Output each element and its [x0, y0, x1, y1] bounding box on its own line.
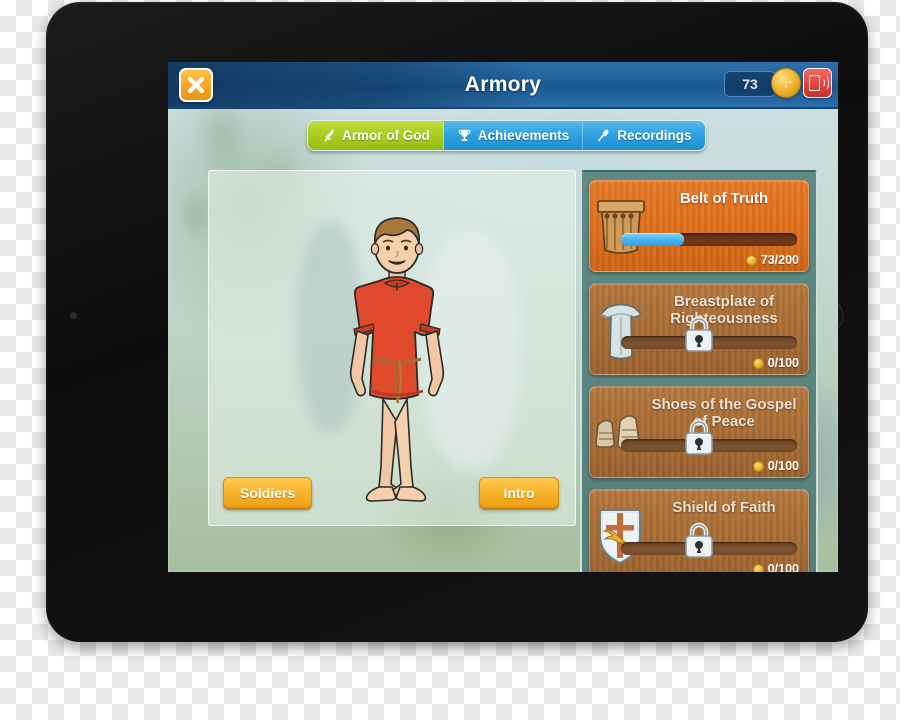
tab-label: Recordings [617, 128, 692, 143]
tab-recordings[interactable]: Recordings [583, 121, 705, 150]
tab-bar: Armor of God Achievements Recordings [307, 120, 706, 151]
tab-achievements[interactable]: Achievements [443, 121, 584, 150]
shield-icon [599, 509, 641, 564]
armor-cost-label: 0/100 [767, 459, 799, 473]
armor-item-name: Shield of Faith [672, 499, 776, 516]
armor-cost: 0/100 [752, 356, 799, 370]
armor-cost-label: 0/100 [767, 356, 799, 370]
armor-item-name: Breastplate of Righteousness [670, 293, 778, 327]
coin-icon [752, 563, 764, 572]
tab-armor-of-god[interactable]: Armor of God [308, 121, 444, 150]
armor-item-belt-of-truth[interactable]: Belt of Truth 73/200 [589, 180, 809, 272]
character-panel: Soldiers Intro [208, 170, 576, 526]
character-avatar [349, 217, 445, 502]
app-header: Armory 73 ✢ [168, 62, 838, 109]
dove-glyph: ✢ [779, 74, 793, 92]
audio-wave-large [821, 75, 829, 91]
dove-coin-icon: ✢ [771, 68, 801, 98]
armor-item-shoes-of-the-gospel-of-peace[interactable]: Shoes of the Gospel of Peace 0/100 [589, 386, 809, 478]
armor-item-name: Belt of Truth [679, 190, 769, 207]
armor-progress-bar [621, 233, 797, 246]
armor-cost-label: 73/200 [760, 253, 799, 267]
armor-item-shield-of-faith[interactable]: Shield of Faith 0/100 [589, 489, 809, 572]
lock-icon [685, 522, 713, 558]
armor-cost: 0/100 [752, 459, 799, 473]
breastplate-icon [600, 303, 642, 360]
coin-icon [745, 254, 757, 266]
coin-icon [752, 460, 764, 472]
canvas-root: Armory 73 ✢ Armor of God Achievements Re… [0, 0, 900, 720]
coin-icon [752, 357, 764, 369]
armor-item-breastplate-of-righteousness[interactable]: Breastplate of Righteousness 0/100 [589, 283, 809, 375]
coin-counter: 73 [724, 71, 776, 97]
microphone-icon [598, 129, 609, 142]
tablet-device: Armory 73 ✢ Armor of God Achievements Re… [46, 2, 868, 642]
front-camera-icon [70, 312, 77, 319]
soldiers-button[interactable]: Soldiers [223, 477, 313, 508]
sword-icon [324, 129, 334, 142]
armor-cost: 73/200 [745, 253, 799, 267]
armor-item-name: Shoes of the Gospel of Peace [651, 396, 797, 430]
shoes-icon [595, 415, 640, 449]
armor-cost: 0/100 [752, 562, 799, 572]
armor-items-panel: Belt of Truth 73/200 Breastplate of Righ… [580, 170, 818, 572]
lock-icon [685, 419, 713, 455]
lock-icon [685, 316, 713, 352]
belt-icon [597, 200, 645, 254]
audio-speaker-icon[interactable] [803, 68, 832, 98]
tab-label: Achievements [477, 128, 570, 143]
tablet-screen: Armory 73 ✢ Armor of God Achievements Re… [168, 62, 838, 572]
trophy-icon [458, 129, 470, 141]
armor-progress-fill [621, 233, 685, 246]
intro-button[interactable]: Intro [479, 477, 559, 508]
armor-cost-label: 0/100 [767, 562, 799, 572]
tab-label: Armor of God [342, 128, 430, 143]
